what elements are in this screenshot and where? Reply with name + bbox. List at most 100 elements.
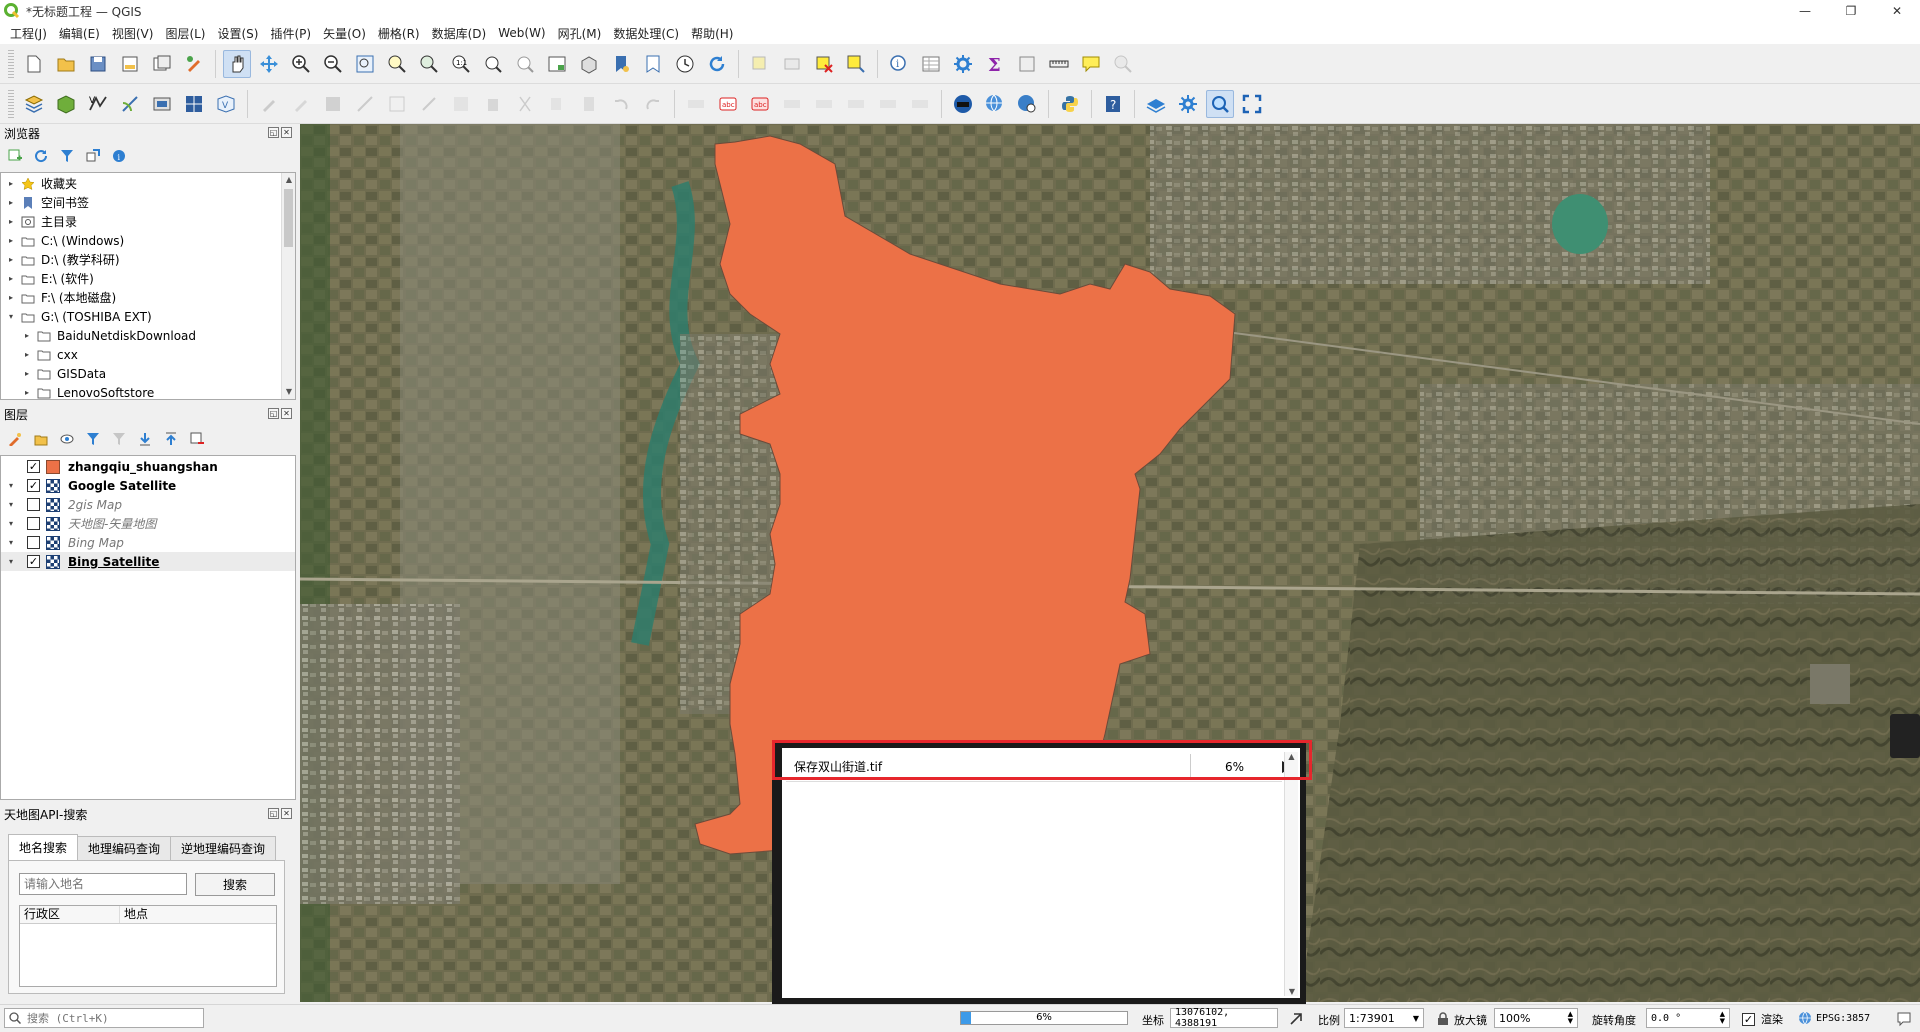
save-project-icon[interactable] bbox=[84, 50, 112, 78]
browser-item[interactable]: ▸ 主目录 bbox=[1, 212, 295, 231]
browser-item[interactable]: ▸ BaiduNetdiskDownload bbox=[1, 326, 295, 345]
scale-combobox[interactable]: 1:73901 ▼ bbox=[1344, 1008, 1424, 1028]
menu-mesh[interactable]: 网孔(M) bbox=[552, 25, 608, 42]
menu-web[interactable]: Web(W) bbox=[492, 26, 551, 40]
collapse-all-layers-icon[interactable] bbox=[162, 430, 180, 448]
modify-attributes-icon[interactable] bbox=[447, 90, 475, 118]
delete-selected-icon[interactable] bbox=[479, 90, 507, 118]
layout-manager-icon[interactable] bbox=[148, 50, 176, 78]
help-icon[interactable]: ? bbox=[1099, 90, 1127, 118]
spin-arrows-icon[interactable]: ▲ ▼ bbox=[1568, 1011, 1573, 1025]
rotate-label-icon[interactable] bbox=[874, 90, 902, 118]
chevron-right-icon[interactable]: ▸ bbox=[21, 330, 33, 342]
add-virtual-layer-icon[interactable]: V bbox=[212, 90, 240, 118]
menu-raster[interactable]: 栅格(R) bbox=[372, 25, 426, 42]
place-search-input[interactable] bbox=[19, 873, 187, 895]
new-3d-map-view-icon[interactable] bbox=[575, 50, 603, 78]
menu-settings[interactable]: 设置(S) bbox=[212, 25, 265, 42]
layer-visibility-checkbox[interactable]: ✓ bbox=[27, 479, 40, 492]
move-feature-icon[interactable] bbox=[415, 90, 443, 118]
select-by-value-icon[interactable] bbox=[778, 50, 806, 78]
chevron-right-icon[interactable]: ▸ bbox=[21, 387, 33, 399]
zoom-out-icon[interactable] bbox=[319, 50, 347, 78]
processing-toolbox-icon[interactable] bbox=[949, 50, 977, 78]
filter-by-expression-icon[interactable] bbox=[110, 430, 128, 448]
chevron-right-icon[interactable]: ▸ bbox=[5, 273, 17, 285]
refresh-icon[interactable] bbox=[703, 50, 731, 78]
tab-place-search[interactable]: 地名搜索 bbox=[8, 834, 79, 860]
close-window-button[interactable]: ✕ bbox=[1874, 0, 1920, 22]
layer-item[interactable]: ▾ Bing Map bbox=[1, 533, 295, 552]
task-row[interactable]: 保存双山街道.tif 6% bbox=[786, 752, 1282, 782]
layer-diagram-icon[interactable]: abc bbox=[746, 90, 774, 118]
change-label-icon[interactable] bbox=[906, 90, 934, 118]
spin-arrows-icon[interactable]: ▲ ▼ bbox=[1720, 1011, 1725, 1025]
new-map-view-icon[interactable] bbox=[543, 50, 571, 78]
tab-reverse-geocode[interactable]: 逆地理编码查询 bbox=[170, 836, 277, 860]
coordinate-field[interactable]: 13076102, 4388191 bbox=[1170, 1007, 1278, 1029]
render-check[interactable]: ✓ bbox=[1742, 1012, 1755, 1026]
add-selected-layers-icon[interactable] bbox=[6, 147, 24, 165]
chevron-down-icon[interactable]: ▾ bbox=[5, 518, 17, 530]
layer-visibility-checkbox[interactable] bbox=[27, 498, 40, 511]
map-tips-icon[interactable] bbox=[1077, 50, 1105, 78]
cut-features-icon[interactable] bbox=[511, 90, 539, 118]
zoom-native-resolution-icon[interactable]: 1:1 bbox=[447, 50, 475, 78]
browser-item[interactable]: ▸ D:\ (教学科研) bbox=[1, 250, 295, 269]
toolbar-handle[interactable] bbox=[8, 89, 14, 118]
layer-visibility-checkbox[interactable] bbox=[27, 536, 40, 549]
save-layer-edits-icon[interactable] bbox=[319, 90, 347, 118]
show-hide-labels-icon[interactable] bbox=[810, 90, 838, 118]
layer-item[interactable]: ▾ ✓ Bing Satellite bbox=[1, 552, 295, 571]
select-location-icon[interactable] bbox=[842, 50, 870, 78]
zoom-search-icon[interactable] bbox=[1206, 89, 1234, 118]
field-calculator-icon[interactable] bbox=[1013, 50, 1041, 78]
chevron-down-icon[interactable] bbox=[5, 461, 17, 473]
zoom-last-icon[interactable] bbox=[479, 50, 507, 78]
tab-geocode[interactable]: 地理编码查询 bbox=[77, 836, 172, 860]
browser-item[interactable]: ▸ 空间书签 bbox=[1, 193, 295, 212]
browser-item[interactable]: ▸ C:\ (Windows) bbox=[1, 231, 295, 250]
float-panel-button[interactable]: ◱ bbox=[268, 808, 279, 819]
add-group-icon[interactable] bbox=[32, 430, 50, 448]
new-print-layout-icon[interactable] bbox=[116, 50, 144, 78]
globe-search-icon[interactable] bbox=[981, 90, 1009, 118]
browser-scrollbar[interactable]: ▲ ▼ bbox=[281, 173, 295, 399]
browser-item[interactable]: ▸ cxx bbox=[1, 345, 295, 364]
locator-icon[interactable] bbox=[1109, 50, 1137, 78]
browser-item[interactable]: ▸ GISData bbox=[1, 364, 295, 383]
menu-layer[interactable]: 图层(L) bbox=[159, 25, 211, 42]
chevron-down-icon[interactable]: ▾ bbox=[5, 480, 17, 492]
chevron-right-icon[interactable]: ▸ bbox=[5, 216, 17, 228]
open-layer-styling-icon[interactable] bbox=[6, 430, 24, 448]
chevron-down-icon[interactable]: ▾ bbox=[5, 499, 17, 511]
measure-line-icon[interactable] bbox=[1045, 50, 1073, 78]
redo-icon[interactable] bbox=[639, 90, 667, 118]
layer-visibility-checkbox[interactable]: ✓ bbox=[27, 555, 40, 568]
zoom-to-selection-icon[interactable] bbox=[383, 50, 411, 78]
browser-item[interactable]: ▸ E:\ (软件) bbox=[1, 269, 295, 288]
browser-item[interactable]: ▸ F:\ (本地磁盘) bbox=[1, 288, 295, 307]
rotation-spinbox[interactable]: 0.0 ° ▲ ▼ bbox=[1646, 1008, 1730, 1028]
layer-labeling-icon[interactable]: abc bbox=[714, 90, 742, 118]
layer-item[interactable]: ▾ 2gis Map bbox=[1, 495, 295, 514]
chevron-right-icon[interactable]: ▸ bbox=[5, 292, 17, 304]
refresh-browser-icon[interactable] bbox=[32, 147, 50, 165]
zoom-full-icon[interactable] bbox=[351, 50, 379, 78]
column-header-place[interactable]: 地点 bbox=[120, 906, 276, 923]
restore-button[interactable]: ❐ bbox=[1828, 0, 1874, 22]
statistical-summary-icon[interactable]: Σ bbox=[981, 50, 1009, 78]
menu-processing[interactable]: 数据处理(C) bbox=[607, 25, 685, 42]
menu-view[interactable]: 视图(V) bbox=[106, 25, 160, 42]
move-label-icon[interactable] bbox=[842, 90, 870, 118]
close-panel-button[interactable]: ✕ bbox=[281, 808, 292, 819]
paste-features-icon[interactable] bbox=[575, 90, 603, 118]
layer-visibility-checkbox[interactable]: ✓ bbox=[27, 460, 40, 473]
chevron-right-icon[interactable]: ▸ bbox=[21, 349, 33, 361]
minimize-button[interactable]: — bbox=[1782, 0, 1828, 22]
zoom-in-icon[interactable] bbox=[287, 50, 315, 78]
layer-visibility-checkbox[interactable] bbox=[27, 517, 40, 530]
zoom-to-layer-icon[interactable] bbox=[415, 50, 443, 78]
layer-item[interactable]: ✓ zhangqiu_shuangshan bbox=[1, 457, 295, 476]
full-extent-icon[interactable] bbox=[1238, 90, 1266, 118]
